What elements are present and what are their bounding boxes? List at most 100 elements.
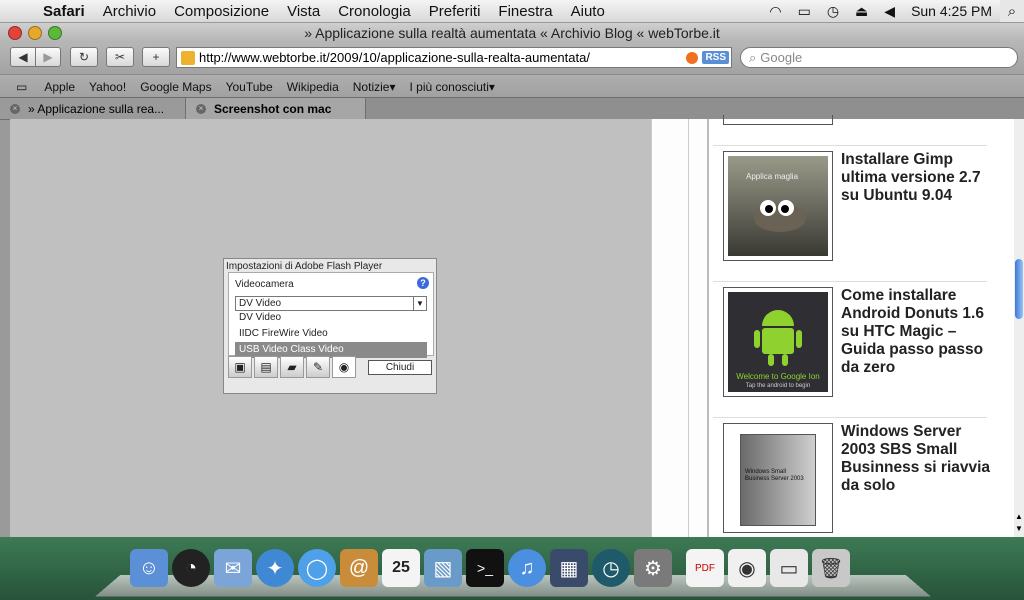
menu-aiuto[interactable]: Aiuto	[562, 3, 614, 20]
terminal-icon[interactable]: >_	[466, 549, 504, 587]
add-bookmark-button[interactable]: +	[142, 47, 170, 67]
ical-icon[interactable]: 25	[382, 549, 420, 587]
bookmark-youtube[interactable]: YouTube	[219, 80, 280, 94]
menu-bar: Safari Archivio Composizione Vista Crono…	[0, 0, 1024, 23]
finder-icon[interactable]: ☺	[130, 549, 168, 587]
clock[interactable]: Sun 4:25 PM	[903, 3, 1000, 19]
forward-button[interactable]: ▶	[35, 47, 61, 67]
trash-icon[interactable]: 🗑	[812, 549, 850, 587]
systemprefs-icon[interactable]: ⚙	[634, 549, 672, 587]
post-thumbnail[interactable]: Welcome to Google Ion Tap the android to…	[723, 287, 833, 397]
scroll-up-arrow-icon[interactable]: ▲	[1014, 512, 1024, 521]
reload-button[interactable]: ↻	[70, 47, 98, 67]
post-thumbnail[interactable]: Windows Small Business Server 2003	[723, 423, 833, 533]
help-icon[interactable]: ?	[417, 277, 429, 289]
volume-icon[interactable]: ◀	[876, 3, 903, 20]
bookmark-piu-conosciuti-label: I più conosciuti	[409, 79, 489, 94]
camera-select[interactable]: DV Video ▼	[235, 296, 427, 311]
menu-archivio[interactable]: Archivio	[94, 3, 165, 20]
camera-option[interactable]: IIDC FireWire Video	[235, 326, 427, 342]
tab-label: Screenshot con mac	[214, 101, 332, 116]
window-titlebar: » Applicazione sulla realtà aumentata « …	[0, 23, 1024, 43]
ichat-icon[interactable]: ◯	[298, 549, 336, 587]
menu-composizione[interactable]: Composizione	[165, 3, 278, 20]
microphone-tab-icon[interactable]: ✎	[306, 356, 330, 378]
pdf-icon[interactable]: PDF	[686, 549, 724, 587]
dock: ☺ ◔ ✉ ✦ ◯ @ 25 ▧ >_ ♫ ▦ ◷ ⚙ PDF ◉ ▭ 🗑	[130, 543, 854, 587]
iphoto-icon[interactable]: ▧	[424, 549, 462, 587]
thumb-subcaption: Tap the android to begin	[745, 383, 811, 389]
close-dialog-button[interactable]: Chiudi	[368, 360, 432, 375]
address-bar[interactable]: http://www.webtorbe.it/2009/10/applicazi…	[176, 47, 732, 68]
page-gutter	[651, 119, 708, 537]
camera-option[interactable]: DV Video	[235, 310, 427, 326]
reload-icon: ↻	[78, 50, 90, 64]
addressbook-icon[interactable]: @	[340, 549, 378, 587]
browser-toolbar: ◀ ▶ ↻ ✂ + http://www.webtorbe.it/2009/10…	[0, 43, 1024, 74]
spaces-icon[interactable]: ▦	[550, 549, 588, 587]
previous-thumb-edge	[723, 115, 833, 125]
close-tab-icon[interactable]: ×	[10, 103, 20, 114]
bookmark-piu-conosciuti[interactable]: I più conosciuti▾	[402, 80, 501, 94]
dropdown-arrow-icon: ▾	[488, 79, 495, 94]
folder-tab-icon[interactable]: ▰	[280, 356, 304, 378]
window-title: » Applicazione sulla realtà aumentata « …	[304, 25, 720, 41]
spotlight-icon[interactable]: ⌕	[1000, 0, 1024, 22]
camera-select-value: DV Video	[239, 298, 282, 309]
google-search-input[interactable]: ⌕ Google	[740, 47, 1018, 68]
privacy-tab-icon[interactable]: ▣	[228, 356, 252, 378]
timemachine-status-icon[interactable]: ◷	[819, 3, 847, 20]
close-tab-icon[interactable]: ×	[196, 103, 206, 114]
post-title[interactable]: Installare Gimp ultima versione 2.7 su U…	[841, 151, 991, 205]
flash-area: Impostazioni di Adobe Flash Player Video…	[10, 119, 651, 537]
forward-arrow-icon: ▶	[43, 50, 53, 64]
safari-icon[interactable]: ✦	[256, 549, 294, 587]
dashboard-icon[interactable]: ◔	[172, 549, 210, 587]
reload-page-icon[interactable]	[686, 51, 699, 64]
screenshot-icon[interactable]: ▭	[770, 549, 808, 587]
bookmark-google-maps[interactable]: Google Maps	[133, 80, 218, 94]
thumb-caption: Windows Small Business Server 2003	[745, 469, 804, 482]
tab-applicazione[interactable]: × » Applicazione sulla rea...	[0, 98, 186, 119]
storage-tab-icon[interactable]: ▤	[254, 356, 278, 378]
back-button[interactable]: ◀	[10, 47, 36, 67]
post-title[interactable]: Come installare Android Donuts 1.6 su HT…	[841, 287, 991, 377]
mail-icon[interactable]: ✉	[214, 549, 252, 587]
menu-safari[interactable]: Safari	[34, 3, 94, 20]
sidebar-posts: Applica maglia Installare Gimp ultima ve…	[707, 115, 1016, 537]
bookmark-notizie[interactable]: Notizie▾	[346, 80, 403, 94]
eject-icon[interactable]: ⏏	[847, 3, 876, 20]
menu-preferiti[interactable]: Preferiti	[420, 3, 490, 20]
flash-settings-dialog: Impostazioni di Adobe Flash Player Video…	[223, 258, 437, 394]
flash-camera-panel: Videocamera ? DV Video ▼ DV Video IIDC F…	[228, 272, 434, 358]
itunes-icon[interactable]: ♫	[508, 549, 546, 587]
tab-label: » Applicazione sulla rea...	[28, 101, 165, 116]
battery-icon[interactable]: ▭	[790, 3, 819, 20]
divider	[713, 417, 987, 418]
back-arrow-icon: ◀	[18, 50, 28, 64]
vertical-scrollbar[interactable]: ▲ ▼	[1014, 119, 1024, 537]
windows-box-icon: Windows Small Business Server 2003	[740, 434, 816, 526]
post-title[interactable]: Windows Server 2003 SBS Small Businness …	[841, 423, 991, 495]
snapback-button[interactable]: ✂	[106, 47, 134, 67]
wifi-icon[interactable]: ◠	[761, 3, 789, 20]
tab-bar: × » Applicazione sulla rea... × Screensh…	[0, 97, 1024, 120]
tab-screenshot[interactable]: × Screenshot con mac	[186, 98, 366, 119]
divider	[713, 145, 987, 146]
scroll-down-arrow-icon[interactable]: ▼	[1014, 524, 1024, 533]
bookmarks-book-icon[interactable]: ▭	[0, 80, 37, 94]
menu-vista[interactable]: Vista	[278, 3, 329, 20]
menu-finestra[interactable]: Finestra	[489, 3, 561, 20]
bookmark-wikipedia[interactable]: Wikipedia	[280, 80, 346, 94]
rss-button[interactable]: RSS	[702, 51, 729, 64]
menu-cronologia[interactable]: Cronologia	[329, 3, 420, 20]
ical-date: 25	[392, 559, 410, 576]
timemachine-icon[interactable]: ◷	[592, 549, 630, 587]
scrollbar-thumb[interactable]	[1015, 259, 1023, 319]
webcam-tab-icon[interactable]: ◉	[332, 356, 356, 378]
flash-tab-icons: ▣ ▤ ▰ ✎ ◉	[228, 356, 358, 378]
preview-icon[interactable]: ◉	[728, 549, 766, 587]
bookmark-apple[interactable]: Apple	[37, 80, 82, 94]
post-thumbnail[interactable]: Applica maglia	[723, 151, 833, 261]
bookmark-yahoo[interactable]: Yahoo!	[82, 80, 133, 94]
